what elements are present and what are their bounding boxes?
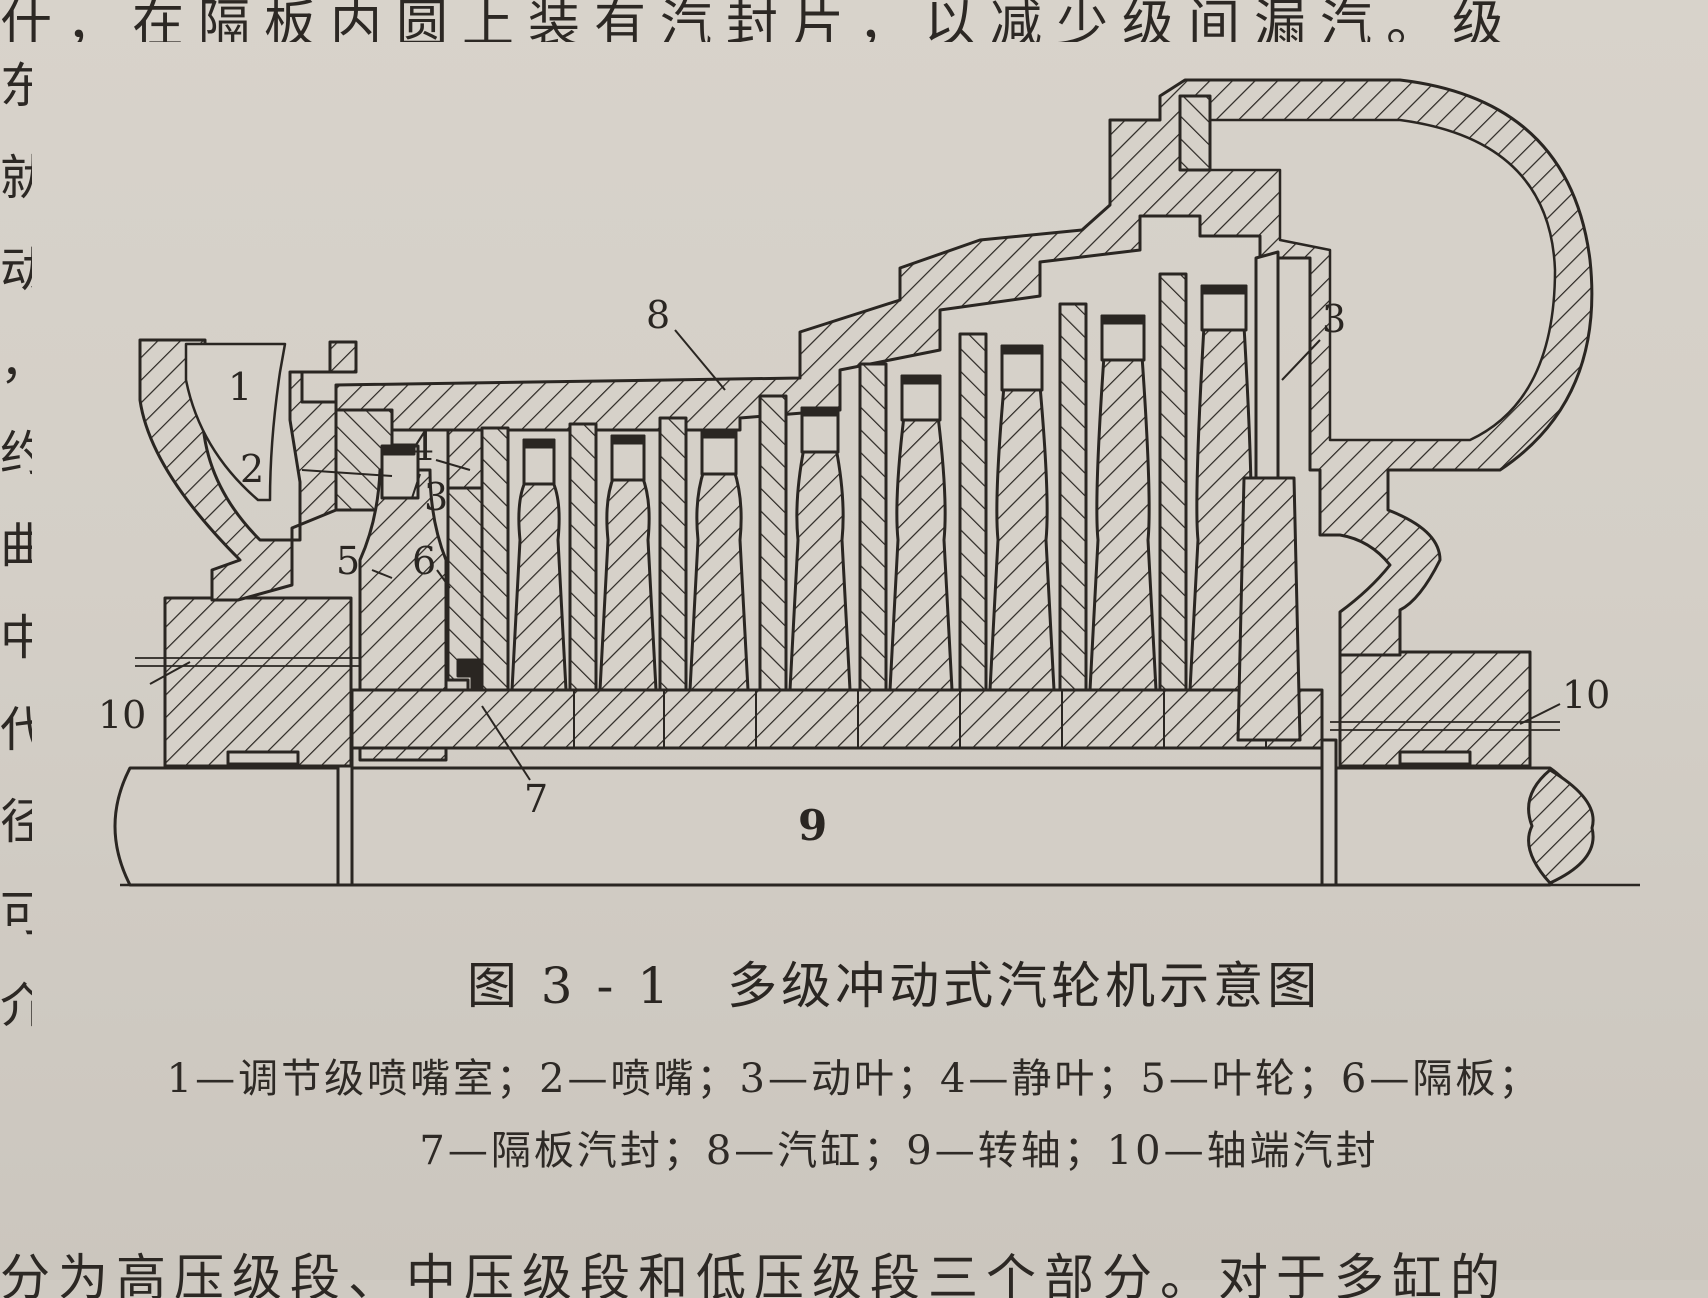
wheel-stage: [598, 474, 658, 692]
shaft-shoulder-right: [1320, 738, 1338, 887]
diaphragm-stage: [480, 426, 510, 692]
label-3-last: 3: [1322, 297, 1346, 341]
blade-shroud-stage: [610, 434, 646, 445]
wheel-stage: [510, 478, 568, 692]
shaft: [113, 766, 1582, 887]
label-6: 6: [412, 539, 436, 583]
figure-caption: 图 3 - 1 多级冲动式汽轮机示意图: [466, 957, 1322, 1015]
blade-shroud-stage: [1200, 284, 1248, 295]
diaphragm-stage: [1058, 302, 1088, 692]
label-5: 5: [336, 539, 360, 583]
blade-shroud-stage: [800, 406, 840, 417]
blade-shroud-stage: [1100, 314, 1146, 325]
label-8: 8: [646, 293, 670, 337]
blade-shroud-stage: [522, 438, 556, 449]
label-10-right: 10: [1562, 673, 1610, 717]
blade-shroud-stage: [700, 428, 738, 439]
diaphragm-stage: [568, 422, 598, 692]
diaphragm-stage: [658, 416, 688, 692]
last-stage-blade: [1254, 250, 1280, 480]
wheel-stage: [788, 446, 852, 692]
wheel-stage: [1088, 354, 1158, 692]
blade-shroud-stage: [900, 374, 942, 385]
legend-line-1: 1—调节级喷嘴室；2—喷嘴；3—动叶；4—静叶；5—叶轮；6—隔板；: [166, 1056, 1542, 1102]
diaphragm-stage: [958, 332, 988, 692]
label-4: 4: [410, 425, 434, 469]
left-gland-seal: [163, 596, 353, 768]
legend-line-2: 7—隔板汽封；8—汽缸；9—转轴；10—轴端汽封: [419, 1128, 1379, 1174]
label-1: 1: [228, 365, 252, 409]
book-page: 什，在隔板内圆上装有汽封片，以减少级间漏汽。级 东 就 动 ， 约 曲 中 代 …: [0, 0, 1708, 1298]
shaft-break-section: [1527, 768, 1595, 885]
diaphragm-stage: [1158, 272, 1188, 692]
diaphragm-stage: [858, 362, 888, 692]
wheel-stage: [888, 414, 954, 692]
wheel-stage: [688, 468, 750, 692]
right-gland-seal: [1338, 650, 1532, 768]
label-7: 7: [524, 777, 548, 821]
blade-shroud-stage: [1000, 344, 1044, 355]
bottom-text-fragment: 分为高压级段、中压级段和低压级段三个部分。对于多缸的: [0, 1249, 1508, 1298]
diaphragm-stage: [758, 394, 788, 692]
label-3-governing: 3: [424, 475, 448, 519]
label-2: 2: [240, 447, 264, 491]
label-10-left: 10: [98, 693, 146, 737]
wheel-stage: [988, 384, 1056, 692]
label-9: 9: [798, 801, 827, 850]
rotor-hub: [350, 688, 1324, 750]
